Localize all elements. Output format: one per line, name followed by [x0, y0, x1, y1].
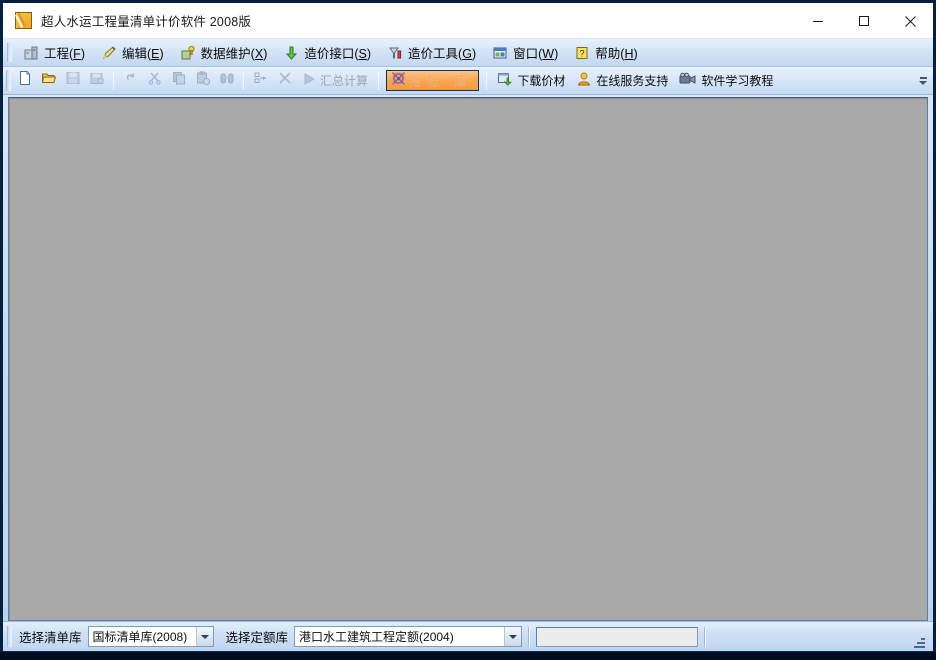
- download-price-material-button[interactable]: 下载价材: [492, 70, 570, 92]
- cost-tool-icon: [387, 45, 403, 61]
- toolbar-overflow-icon[interactable]: [917, 69, 929, 93]
- pencil-square-icon: [15, 12, 32, 29]
- undo-button[interactable]: [119, 70, 142, 92]
- menu-item-help[interactable]: ? 帮助(H): [566, 42, 645, 64]
- toolbar-separator: [243, 71, 244, 90]
- play-triangle-icon: [302, 72, 316, 89]
- download-green-icon: [497, 71, 513, 90]
- status-text-input[interactable]: [536, 626, 699, 647]
- minimize-button[interactable]: [795, 3, 841, 39]
- software-tutorial-button[interactable]: 软件学习教程: [674, 70, 778, 92]
- data-maintenance-icon: [180, 45, 196, 61]
- chevron-down-icon[interactable]: [195, 627, 213, 646]
- menu-item-edit[interactable]: 编辑(E): [93, 42, 172, 64]
- toolbar-separator: [486, 71, 488, 90]
- svg-text:?: ?: [580, 48, 585, 58]
- menu-item-window[interactable]: 窗口(W): [484, 42, 566, 64]
- paste-button[interactable]: [191, 70, 214, 92]
- menu-label-cost-interface: 造价接口(S): [304, 47, 372, 61]
- toolbar: 汇总计算 招标 库 下载价材 在线服务支持 软件学习教程: [3, 67, 933, 95]
- cut-button[interactable]: [143, 70, 166, 92]
- menu-label-edit: 编辑(E): [121, 47, 164, 61]
- bid-target-icon: [391, 71, 406, 91]
- save-as-button[interactable]: [85, 70, 108, 92]
- menu-label-data-maintenance: 数据维护(X): [200, 47, 268, 61]
- status-divider: [528, 626, 531, 647]
- find-button[interactable]: [215, 70, 238, 92]
- menu-item-data-maintenance[interactable]: 数据维护(X): [172, 42, 276, 64]
- download-price-material-label: 下载价材: [517, 74, 566, 88]
- menu-label-cost-tools: 造价工具(G): [408, 47, 477, 61]
- copy-icon: [171, 70, 187, 91]
- online-support-button[interactable]: 在线服务支持: [571, 70, 673, 92]
- maximize-icon: [859, 16, 869, 26]
- edit-pencil-icon: [101, 45, 117, 61]
- cross-delete-icon: [277, 70, 293, 91]
- menu-label-help: 帮助(H): [595, 47, 638, 61]
- undo-arrow-icon: [123, 70, 139, 91]
- minimize-icon: [813, 21, 823, 22]
- menu-label-project: 工程(F): [44, 47, 85, 61]
- list-library-value: 国标清单库(2008): [92, 630, 188, 644]
- software-tutorial-label: 软件学习教程: [701, 74, 774, 88]
- save-button[interactable]: [61, 70, 84, 92]
- toolbar-separator: [113, 71, 114, 90]
- status-divider: [704, 626, 707, 647]
- summary-calculate-label: 汇总计算: [320, 74, 369, 88]
- chevron-down-icon[interactable]: [504, 627, 522, 646]
- help-question-icon: ?: [574, 45, 590, 61]
- menu-item-cost-tools[interactable]: 造价工具(G): [379, 42, 484, 64]
- online-support-label: 在线服务支持: [596, 74, 669, 88]
- save-disk-icon: [65, 70, 81, 91]
- binoculars-icon: [219, 70, 235, 91]
- delete-button[interactable]: [273, 70, 296, 92]
- indent-button[interactable]: [249, 70, 272, 92]
- menu-item-project[interactable]: 工程(F): [15, 42, 93, 64]
- copy-button[interactable]: [167, 70, 190, 92]
- menu-label-window: 窗口(W): [513, 47, 559, 61]
- bid-library-button[interactable]: 招标 库: [386, 70, 480, 91]
- mdi-client-area: [8, 97, 928, 621]
- quota-library-value: 港口水工建筑工程定额(2004): [299, 630, 454, 644]
- window-controls: [795, 3, 933, 39]
- menu-bar: 工程(F) 编辑(E) 数据维护(X) 造价接口(S) 造价工具(G) 窗口(W…: [3, 39, 933, 67]
- scissors-icon: [147, 70, 163, 91]
- indent-list-icon: [253, 70, 269, 91]
- video-camera-icon: [679, 71, 697, 90]
- title-bar: 超人水运工程量清单计价软件 2008版: [3, 3, 933, 39]
- toolbar-separator: [378, 71, 380, 90]
- window-title: 超人水运工程量清单计价软件 2008版: [41, 15, 252, 29]
- maximize-button[interactable]: [841, 3, 887, 39]
- list-library-label: 选择清单库: [19, 631, 82, 645]
- menu-item-cost-interface[interactable]: 造价接口(S): [275, 42, 379, 64]
- open-folder-icon: [41, 70, 57, 91]
- quota-library-label: 选择定额库: [225, 631, 289, 645]
- close-icon: [904, 15, 916, 27]
- list-library-combobox[interactable]: 国标清单库(2008): [87, 626, 214, 647]
- open-folder-button[interactable]: [37, 70, 60, 92]
- new-document-button[interactable]: [13, 70, 36, 92]
- close-button[interactable]: [887, 3, 933, 39]
- summary-calculate-button[interactable]: 汇总计算: [297, 70, 373, 92]
- application-window: 超人水运工程量清单计价软件 2008版 工程(F) 编辑(E) 数据维护(X) …: [0, 0, 936, 652]
- window-icon: [492, 45, 508, 61]
- bid-library-label: 招标 库: [409, 74, 473, 88]
- green-arrow-icon: [283, 45, 299, 61]
- resize-grip[interactable]: [911, 626, 925, 648]
- quota-library-combobox[interactable]: 港口水工建筑工程定额(2004): [294, 626, 523, 647]
- status-bar: 选择清单库 国标清单库(2008) 选择定额库 港口水工建筑工程定额(2004): [3, 621, 933, 651]
- new-document-icon: [17, 70, 33, 91]
- paste-icon: [195, 70, 211, 91]
- save-as-icon: [89, 70, 105, 91]
- project-icon: [23, 45, 39, 61]
- online-support-person-icon: [576, 71, 592, 90]
